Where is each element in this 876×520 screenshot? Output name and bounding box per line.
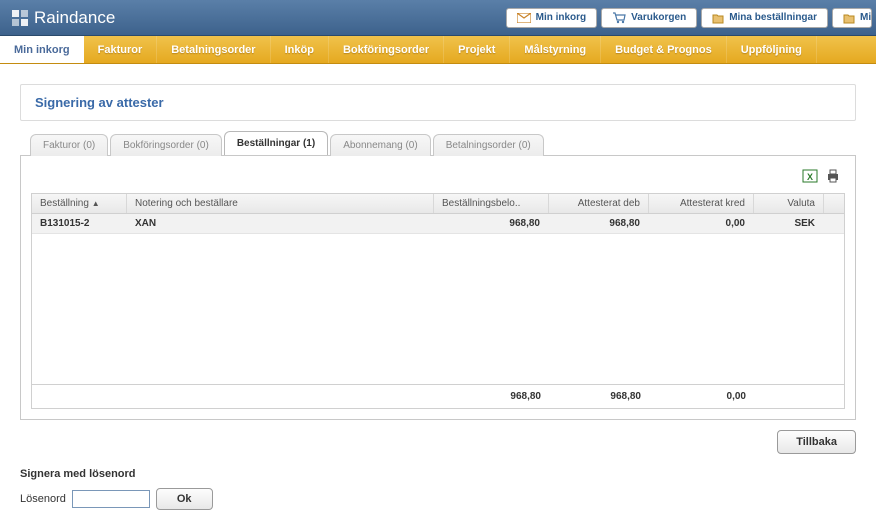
nav-fakturor[interactable]: Fakturor <box>84 36 158 63</box>
cell-notering: XAN <box>127 214 434 233</box>
sort-asc-icon: ▲ <box>92 199 100 208</box>
main-nav: Min inkorg Fakturor Betalningsorder Inkö… <box>0 36 876 64</box>
folder-icon <box>843 12 855 24</box>
tab-bestallningar[interactable]: Beställningar (1) <box>224 131 328 155</box>
grid-toolbar: X <box>31 166 845 193</box>
nav-malstyrning[interactable]: Målstyrning <box>510 36 601 63</box>
nav-uppfoljning[interactable]: Uppföljning <box>727 36 817 63</box>
app-name: Raindance <box>34 8 115 28</box>
toplink-varukorgen[interactable]: Varukorgen <box>601 8 697 28</box>
ok-button[interactable]: Ok <box>156 488 213 510</box>
grid-header-row: Beställning ▲ Notering och beställare Be… <box>32 194 844 214</box>
svg-text:X: X <box>807 172 813 182</box>
nav-bokforingsorder[interactable]: Bokföringsorder <box>329 36 444 63</box>
tab-betalningsorder[interactable]: Betalningsorder (0) <box>433 134 544 156</box>
top-links: Min inkorg Varukorgen Mina beställningar… <box>506 8 876 28</box>
folder-icon <box>712 12 724 24</box>
toplink-label: Min inkorg <box>536 12 587 23</box>
cell-valuta: SEK <box>754 214 824 233</box>
excel-export-icon[interactable]: X <box>802 175 821 187</box>
page-content: Signering av attester Fakturor (0) Bokfö… <box>0 64 876 520</box>
col-deb[interactable]: Attesterat deb <box>549 194 649 213</box>
panel-actions: Tillbaka <box>20 430 856 454</box>
table-row[interactable]: B131015-2 XAN 968,80 968,80 0,00 SEK <box>32 214 844 234</box>
signer-row: Lösenord Ok <box>20 488 856 510</box>
raindance-icon <box>10 8 30 28</box>
col-end <box>824 194 844 213</box>
tab-fakturor[interactable]: Fakturor (0) <box>30 134 108 156</box>
grid-panel: X Beställning ▲ Notering och beställare … <box>20 155 856 420</box>
tab-bokforingsorder[interactable]: Bokföringsorder (0) <box>110 134 222 156</box>
cell-belopp: 968,80 <box>434 214 549 233</box>
col-bestallning[interactable]: Beställning ▲ <box>32 194 127 213</box>
col-valuta[interactable]: Valuta <box>754 194 824 213</box>
tab-strip: Fakturor (0) Bokföringsorder (0) Beställ… <box>30 131 856 155</box>
toplink-label: Varukorgen <box>631 12 686 23</box>
app-logo: Raindance <box>0 8 115 28</box>
toplink-label: Mina beställningar <box>729 12 817 23</box>
toplink-cut[interactable]: Mi <box>832 8 872 28</box>
nav-inkop[interactable]: Inköp <box>271 36 329 63</box>
orders-grid: Beställning ▲ Notering och beställare Be… <box>31 193 845 409</box>
nav-betalningsorder[interactable]: Betalningsorder <box>157 36 270 63</box>
page-title: Signering av attester <box>35 95 841 110</box>
cell-deb: 968,80 <box>549 214 649 233</box>
password-input[interactable] <box>72 490 150 508</box>
nav-projekt[interactable]: Projekt <box>444 36 510 63</box>
grid-footer-row: 968,80 968,80 0,00 <box>32 384 844 408</box>
col-kred[interactable]: Attesterat kred <box>649 194 754 213</box>
tab-abonnemang[interactable]: Abonnemang (0) <box>330 134 431 156</box>
toplink-min-inkorg[interactable]: Min inkorg <box>506 8 598 28</box>
cell-bestallning: B131015-2 <box>32 214 127 233</box>
toplink-mina-bestallningar[interactable]: Mina beställningar <box>701 8 828 28</box>
cell-kred: 0,00 <box>649 214 754 233</box>
col-notering[interactable]: Notering och beställare <box>127 194 434 213</box>
page-title-box: Signering av attester <box>20 84 856 121</box>
nav-min-inkorg[interactable]: Min inkorg <box>0 36 84 63</box>
grid-body: B131015-2 XAN 968,80 968,80 0,00 SEK <box>32 214 844 384</box>
total-deb: 968,80 <box>549 385 649 408</box>
cart-icon <box>612 12 626 24</box>
col-belopp[interactable]: Beställningsbelo.. <box>434 194 549 213</box>
signer-title: Signera med lösenord <box>20 468 856 480</box>
total-belopp: 968,80 <box>434 385 549 408</box>
inbox-icon <box>517 13 531 23</box>
nav-budget-prognos[interactable]: Budget & Prognos <box>601 36 727 63</box>
password-label: Lösenord <box>20 493 66 505</box>
total-kred: 0,00 <box>649 385 754 408</box>
toplink-label: Mi <box>860 12 871 23</box>
print-icon[interactable] <box>825 175 841 187</box>
back-button[interactable]: Tillbaka <box>777 430 856 454</box>
top-bar: Raindance Min inkorg Varukorgen Mina bes… <box>0 0 876 36</box>
